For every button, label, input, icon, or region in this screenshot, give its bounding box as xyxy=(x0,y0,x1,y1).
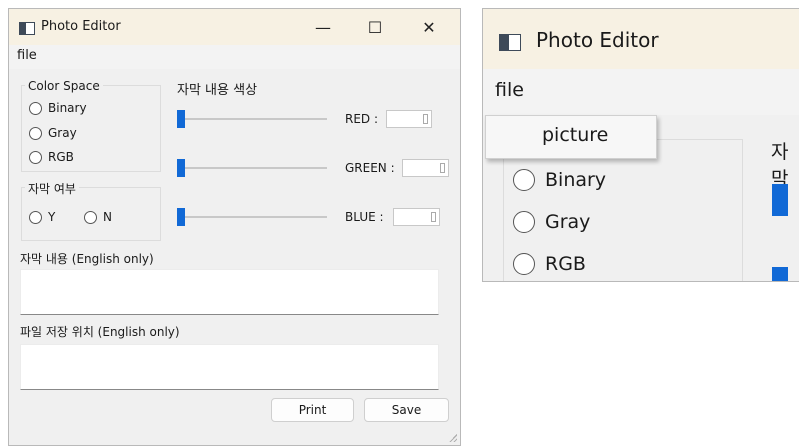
menu-bar: file xyxy=(9,45,460,69)
slider-thumb[interactable] xyxy=(177,208,185,226)
radio-label: Gray xyxy=(48,126,77,140)
slider-track xyxy=(177,216,327,218)
zoom-radio-rgb[interactable]: RGB xyxy=(513,253,586,275)
window-title: Photo Editor xyxy=(41,19,121,34)
zoom-title-bar: Photo Editor xyxy=(483,9,799,69)
print-button[interactable]: Print xyxy=(271,398,354,422)
zoom-slider-thumb[interactable] xyxy=(772,184,788,216)
close-icon: ✕ xyxy=(422,17,436,37)
subtitle-content-label: 자막 내용 (English only) xyxy=(20,252,154,266)
radio-label: Gray xyxy=(545,211,591,233)
green-label: GREEN : xyxy=(345,161,395,175)
photo-editor-window: Photo Editor — ☐ ✕ file Color Space Bina… xyxy=(8,8,461,446)
green-slider[interactable] xyxy=(177,159,327,177)
zoom-menu-bar: file xyxy=(483,69,799,115)
close-button[interactable]: ✕ xyxy=(407,9,451,45)
red-label: RED : xyxy=(345,112,379,126)
blue-spinbox[interactable] xyxy=(393,208,440,226)
save-button[interactable]: Save xyxy=(364,398,449,422)
zoom-radio-binary[interactable]: Binary xyxy=(513,169,606,191)
app-icon xyxy=(499,34,521,51)
green-spinbox[interactable] xyxy=(402,159,449,177)
radio-circle-icon xyxy=(29,150,42,164)
app-icon xyxy=(19,22,35,35)
radio-circle-icon xyxy=(513,253,535,275)
radio-label: Binary xyxy=(545,169,607,191)
radio-circle-icon xyxy=(29,210,42,224)
color-space-title: Color Space xyxy=(25,79,103,93)
blue-slider[interactable] xyxy=(177,208,327,226)
radio-subtitle-yes[interactable]: Y xyxy=(29,210,55,224)
maximize-button[interactable]: ☐ xyxy=(353,9,397,45)
subtitle-color-title: 자막 내용 색상 xyxy=(177,83,258,98)
save-path-input[interactable] xyxy=(20,344,439,390)
zoom-subtitle-color-title: 자막 xyxy=(771,141,789,190)
title-bar[interactable]: Photo Editor — ☐ ✕ xyxy=(9,9,460,45)
blue-label: BLUE : xyxy=(345,210,384,224)
radio-circle-icon xyxy=(84,210,97,224)
radio-circle-icon xyxy=(29,126,42,140)
radio-label: Binary xyxy=(48,101,87,115)
zoom-window-title: Photo Editor xyxy=(536,28,659,52)
slider-thumb[interactable] xyxy=(177,110,185,128)
red-spinbox[interactable] xyxy=(386,110,432,128)
red-slider[interactable] xyxy=(177,110,327,128)
spin-arrows-icon[interactable] xyxy=(431,212,436,222)
slider-track xyxy=(177,167,327,169)
slider-thumb[interactable] xyxy=(177,159,185,177)
slider-track xyxy=(177,118,327,120)
radio-circle-icon xyxy=(513,169,535,191)
zoom-slider-thumb[interactable] xyxy=(772,267,788,281)
subtitle-toggle-title: 자막 여부 xyxy=(25,180,79,197)
menu-item-picture[interactable]: picture xyxy=(542,124,608,146)
minimize-icon: — xyxy=(315,17,331,37)
radio-circle-icon xyxy=(29,101,42,115)
zoom-radio-gray[interactable]: Gray xyxy=(513,211,590,233)
radio-label: N xyxy=(103,210,112,224)
menu-file[interactable]: file xyxy=(17,48,37,63)
file-dropdown-menu: picture xyxy=(485,115,657,159)
radio-label: Y xyxy=(48,210,56,224)
radio-circle-icon xyxy=(513,211,535,233)
zoom-menu-file[interactable]: file xyxy=(495,79,524,101)
radio-rgb[interactable]: RGB xyxy=(29,150,74,164)
radio-binary[interactable]: Binary xyxy=(29,101,87,115)
spin-arrows-icon[interactable] xyxy=(440,163,445,173)
save-path-label: 파일 저장 위치 (English only) xyxy=(20,325,180,339)
minimize-button[interactable]: — xyxy=(301,9,345,45)
radio-gray[interactable]: Gray xyxy=(29,126,77,140)
radio-label: RGB xyxy=(545,253,586,275)
zoomed-view: Photo Editor file Binary Gray RGB 자막 pic… xyxy=(482,8,799,282)
spin-arrows-icon[interactable] xyxy=(423,114,428,124)
subtitle-content-input[interactable] xyxy=(20,269,439,315)
resize-grip-icon[interactable] xyxy=(449,434,457,442)
maximize-icon: ☐ xyxy=(367,17,383,37)
radio-subtitle-no[interactable]: N xyxy=(84,210,112,224)
radio-label: RGB xyxy=(48,150,74,164)
